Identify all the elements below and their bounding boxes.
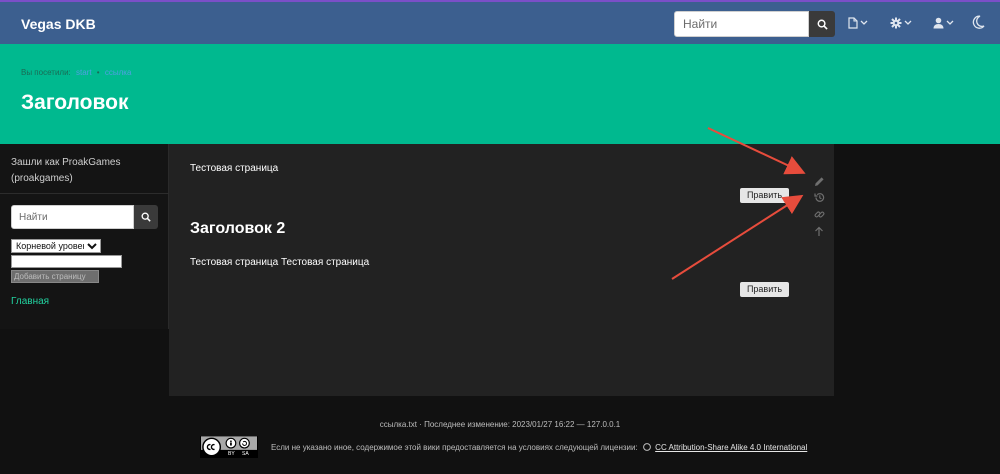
page-tools-menu[interactable]: [848, 17, 868, 29]
sidebar-search: [11, 205, 158, 229]
sidebar-search-input[interactable]: [11, 205, 134, 229]
site-tools-menu[interactable]: [890, 17, 912, 29]
page-header: Вы посетили: start • ссылка Заголовок: [0, 44, 1000, 144]
revisions-tool[interactable]: [811, 190, 827, 204]
header-search: [674, 11, 835, 37]
breadcrumb: Вы посетили: start • ссылка: [21, 68, 134, 77]
backlinks-tool[interactable]: [811, 207, 827, 221]
chevron-down-icon: [904, 20, 912, 25]
chevron-down-icon: [860, 20, 868, 25]
cc-badge-by: BY: [228, 451, 235, 457]
cc-badge-sa: SA: [242, 451, 249, 457]
gear-icon: [890, 17, 902, 29]
license-link[interactable]: CC Attribution-Share Alike 4.0 Internati…: [655, 443, 807, 452]
breadcrumb-label: Вы посетили:: [21, 68, 71, 77]
arrow-up-icon: [815, 226, 823, 236]
sidebar-divider: [0, 193, 169, 194]
license-note: Если не указано иное, содержимое этой ви…: [271, 442, 638, 452]
theme-toggle[interactable]: [972, 15, 985, 29]
sidebar-search-button[interactable]: [134, 205, 158, 229]
page-content: Тестовая страница Править Заголовок 2 Те…: [169, 144, 834, 396]
link-icon: [814, 211, 824, 217]
back-to-top-tool[interactable]: [811, 224, 827, 238]
user-menu[interactable]: [933, 17, 954, 29]
file-icon: [848, 17, 858, 29]
paragraph: Тестовая страница: [190, 163, 279, 174]
breadcrumb-item[interactable]: ссылка: [105, 68, 132, 77]
search-icon: [817, 19, 828, 30]
license-info: BY SA Если не указано иное, содержимое э…: [200, 436, 807, 458]
chevron-down-icon: [946, 20, 954, 25]
section-heading: Заголовок 2: [190, 220, 286, 237]
search-icon: [141, 212, 151, 222]
sidebar: Зашли как ProakGames (proakgames) Корнев…: [0, 144, 169, 329]
breadcrumb-separator: •: [96, 68, 100, 77]
license-text: Если не указано иное, содержимое этой ви…: [271, 443, 807, 452]
paragraph: Тестовая страница Тестовая страница: [190, 257, 370, 268]
cc-small-icon: [643, 442, 651, 451]
edit-section-button[interactable]: Править: [740, 188, 789, 203]
navbar: Vegas DKB: [0, 2, 1000, 44]
moon-icon: [972, 15, 985, 29]
edit-page-tool[interactable]: [811, 174, 827, 188]
breadcrumb-item[interactable]: start: [76, 68, 92, 77]
site-brand[interactable]: Vegas DKB: [21, 16, 96, 32]
page-title: Заголовок: [21, 91, 129, 114]
edit-section-button[interactable]: Править: [740, 282, 789, 297]
add-page-button[interactable]: Добавить страницу: [11, 270, 99, 283]
new-page-name-input[interactable]: [11, 255, 122, 268]
sidebar-link-home[interactable]: Главная: [11, 296, 49, 307]
user-icon: [933, 17, 944, 29]
page-info: ссылка.txt · Последнее изменение: 2023/0…: [379, 420, 621, 429]
header-search-button[interactable]: [809, 11, 835, 37]
cc-license-badge[interactable]: BY SA: [200, 436, 258, 458]
namespace-level-select[interactable]: Корневой уровень: [11, 239, 101, 253]
history-icon: [813, 192, 824, 202]
logged-in-user: Зашли как ProakGames (proakgames): [11, 157, 121, 184]
header-search-input[interactable]: [674, 11, 809, 37]
pencil-icon: [814, 176, 824, 186]
